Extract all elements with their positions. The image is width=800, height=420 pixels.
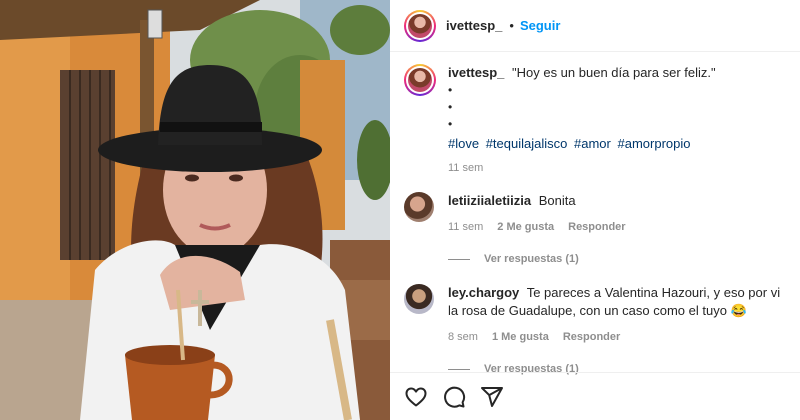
replies-divider xyxy=(448,368,470,370)
commenter-avatar[interactable] xyxy=(404,192,434,222)
hashtag-link[interactable]: #love xyxy=(448,136,479,151)
share-icon[interactable] xyxy=(480,385,504,409)
post-caption: ivettesp_ "Hoy es un buen día para ser f… xyxy=(404,64,789,177)
caption-time: 11 sem xyxy=(448,162,484,174)
caption-username[interactable]: ivettesp_ xyxy=(448,65,504,80)
reply-button[interactable]: Responder xyxy=(563,328,620,346)
comment-meta: 8 sem 1 Me gusta Responder xyxy=(448,328,783,346)
author-avatar[interactable] xyxy=(404,9,436,42)
caption-bullet: • xyxy=(448,100,453,114)
header-separator: • xyxy=(509,18,514,33)
caption-avatar[interactable] xyxy=(404,64,436,96)
hashtag-link[interactable]: #tequilajalisco xyxy=(486,136,568,151)
reply-button[interactable]: Responder xyxy=(568,218,625,236)
post-photo[interactable] xyxy=(0,0,390,420)
comment-meta: 11 sem 2 Me gusta Responder xyxy=(448,218,783,236)
hashtag-link[interactable]: #amor xyxy=(574,136,611,151)
caption-bullet: • xyxy=(448,117,453,131)
post-image xyxy=(0,0,390,420)
commenter-avatar[interactable] xyxy=(404,284,434,314)
comment-time: 11 sem xyxy=(448,221,484,233)
heart-icon[interactable] xyxy=(404,385,428,409)
comment-item: letiiziialetiizia Bonita 11 sem 2 Me gus… xyxy=(404,192,789,268)
comment-likes[interactable]: 2 Me gusta xyxy=(497,218,554,236)
comment-time: 8 sem xyxy=(448,331,478,343)
caption-body: ivettesp_ "Hoy es un buen día para ser f… xyxy=(448,64,716,177)
follow-button[interactable]: Seguir xyxy=(520,18,560,33)
post-header: ivettesp_ • Seguir xyxy=(390,0,800,52)
hashtag-link[interactable]: #amorpropio xyxy=(617,136,690,151)
view-replies-button[interactable]: Ver respuestas (1) xyxy=(448,250,783,268)
caption-text: "Hoy es un buen día para ser feliz." xyxy=(512,65,716,80)
comment-icon[interactable] xyxy=(442,385,466,409)
view-replies-label: Ver respuestas (1) xyxy=(484,253,579,265)
hashtag-list: #love #tequilajalisco #amor #amorpropio xyxy=(448,135,716,153)
post-side-panel: ivettesp_ • Seguir ivettesp_ "Hoy es un … xyxy=(390,0,800,420)
post-actions-bar xyxy=(390,372,800,420)
comment-text: Bonita xyxy=(538,193,576,208)
replies-divider xyxy=(448,258,470,260)
comment-item: ley.chargoy Te pareces a Valentina Hazou… xyxy=(404,284,789,378)
comment-body: ley.chargoy Te pareces a Valentina Hazou… xyxy=(448,284,783,378)
commenter-username[interactable]: letiiziialetiizia xyxy=(448,193,531,208)
comment-likes[interactable]: 1 Me gusta xyxy=(492,328,549,346)
commenter-username[interactable]: ley.chargoy xyxy=(448,285,519,300)
comment-body: letiiziialetiizia Bonita 11 sem 2 Me gus… xyxy=(448,192,783,268)
caption-bullet: • xyxy=(448,83,453,97)
author-username[interactable]: ivettesp_ xyxy=(446,18,502,33)
